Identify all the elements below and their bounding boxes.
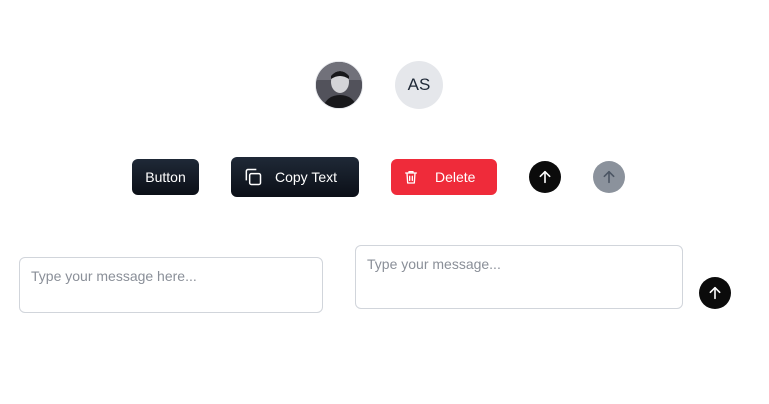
- copy-text-button[interactable]: Copy Text: [231, 157, 359, 197]
- primary-button[interactable]: Button: [132, 159, 199, 195]
- avatar-initials: AS: [395, 61, 443, 109]
- delete-button[interactable]: Delete: [391, 159, 497, 195]
- arrow-up-icon: [707, 285, 723, 301]
- delete-label: Delete: [435, 169, 476, 185]
- avatar-photo: [315, 61, 363, 109]
- trash-icon: [403, 169, 419, 185]
- avatar-initials-text: AS: [407, 75, 431, 94]
- copy-icon: [243, 167, 263, 187]
- message-textarea-with-send[interactable]: [355, 245, 683, 309]
- message-send-button[interactable]: [699, 277, 731, 309]
- send-button-disabled[interactable]: [593, 161, 625, 193]
- avatar-image: [316, 62, 362, 108]
- arrow-up-icon: [601, 169, 617, 185]
- primary-button-label: Button: [145, 169, 186, 185]
- send-button[interactable]: [529, 161, 561, 193]
- arrow-up-icon: [537, 169, 553, 185]
- message-textarea[interactable]: [19, 257, 323, 313]
- copy-text-label: Copy Text: [275, 169, 337, 185]
